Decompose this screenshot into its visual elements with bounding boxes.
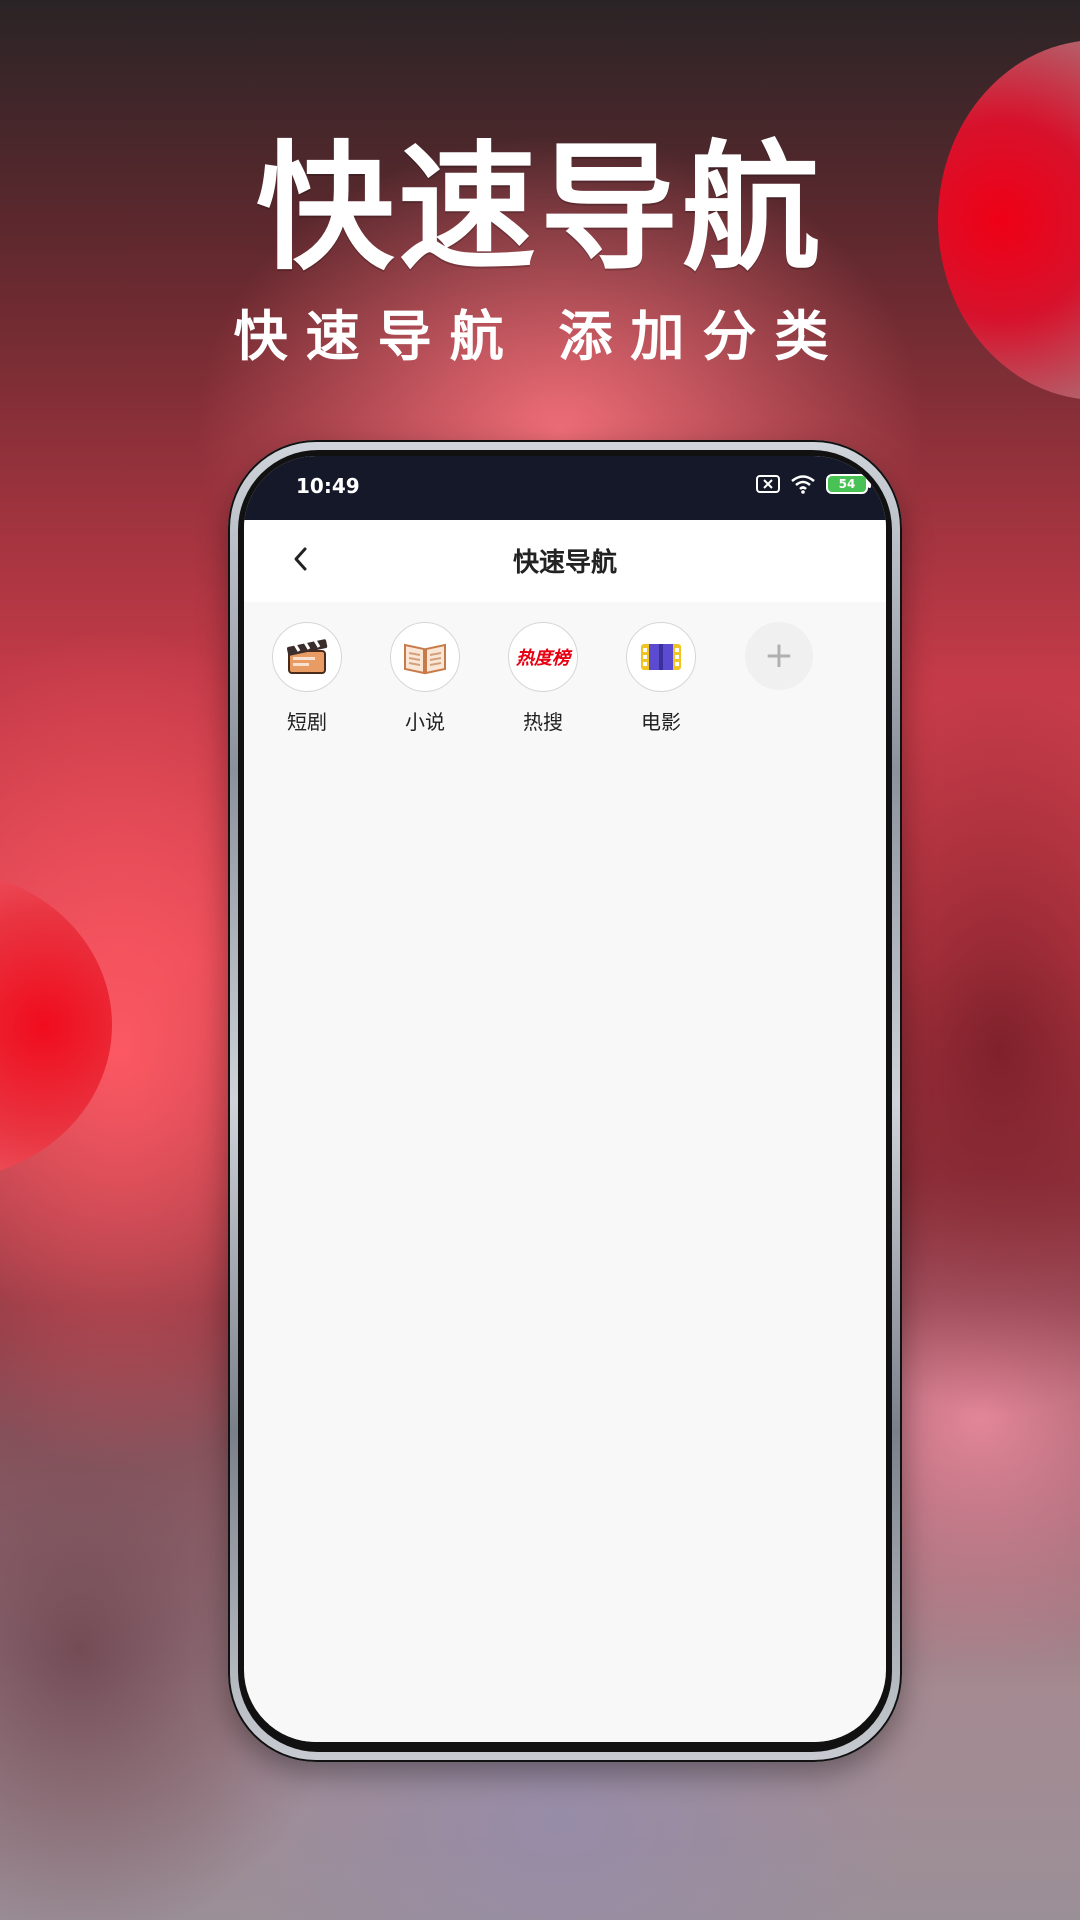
page-title: 快速导航 <box>512 548 617 578</box>
hero-subtitle: 快速导航 添加分类 <box>233 305 847 368</box>
film-icon <box>626 622 696 692</box>
plus-icon: + <box>745 622 813 690</box>
phone-screen: 10:49 54 快速导航 短剧 小说 热度榜 热搜 电影 + <box>244 456 886 1742</box>
phone-bezel: 10:49 54 快速导航 短剧 小说 热度榜 热搜 电影 + <box>238 450 892 1752</box>
decorative-circle-left <box>0 870 112 1180</box>
open-book-icon <box>390 622 460 692</box>
battery-level: 54 <box>826 474 871 494</box>
app-bar: 快速导航 <box>244 520 886 602</box>
clapperboard-icon <box>272 622 342 692</box>
plus-symbol: + <box>763 635 795 676</box>
nav-label: 热搜 <box>523 710 563 734</box>
status-icons: 54 <box>756 474 871 494</box>
hero-title: 快速导航 <box>255 128 824 289</box>
nav-grid: 短剧 小说 热度榜 热搜 电影 + <box>272 622 872 735</box>
nav-label: 小说 <box>405 710 445 734</box>
home-indicator <box>244 1724 886 1742</box>
phone-frame: 10:49 54 快速导航 短剧 小说 热度榜 热搜 电影 + <box>228 440 902 1762</box>
add-category-button[interactable]: + <box>744 622 814 735</box>
nav-item-movie[interactable]: 电影 <box>626 622 696 735</box>
nav-label: 短剧 <box>287 710 327 734</box>
battery-icon: 54 <box>826 474 871 494</box>
close-icon <box>756 475 780 493</box>
hot-list-logo-text: 热度榜 <box>516 648 570 669</box>
wifi-icon <box>790 474 816 494</box>
promo-page: 快速导航 快速导航 添加分类 10:49 54 快速导航 短剧 小说 热度榜 热… <box>0 0 1080 1920</box>
nav-label: 电影 <box>641 710 681 734</box>
status-time: 10:49 <box>296 474 360 498</box>
nav-item-hot-search[interactable]: 热度榜 热搜 <box>508 622 578 735</box>
status-bar: 10:49 54 <box>244 456 886 520</box>
hot-list-icon: 热度榜 <box>508 622 578 692</box>
nav-item-novel[interactable]: 小说 <box>390 622 460 735</box>
nav-item-short-drama[interactable]: 短剧 <box>272 622 342 735</box>
